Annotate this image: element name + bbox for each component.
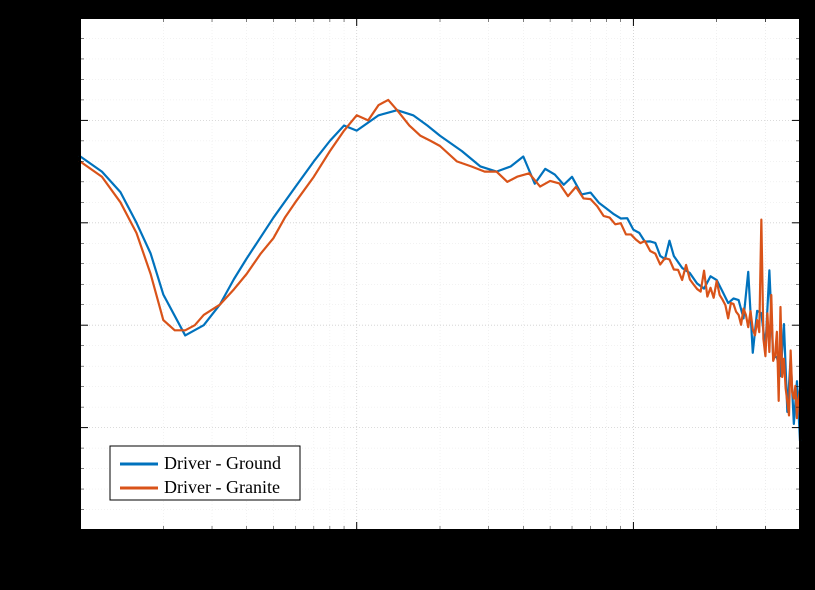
line-chart: Driver - Ground Driver - Granite bbox=[0, 0, 815, 590]
legend-label: Driver - Ground bbox=[164, 453, 281, 473]
chart-container: Driver - Ground Driver - Granite bbox=[0, 0, 815, 590]
legend: Driver - Ground Driver - Granite bbox=[110, 446, 300, 500]
legend-label: Driver - Granite bbox=[164, 477, 280, 497]
